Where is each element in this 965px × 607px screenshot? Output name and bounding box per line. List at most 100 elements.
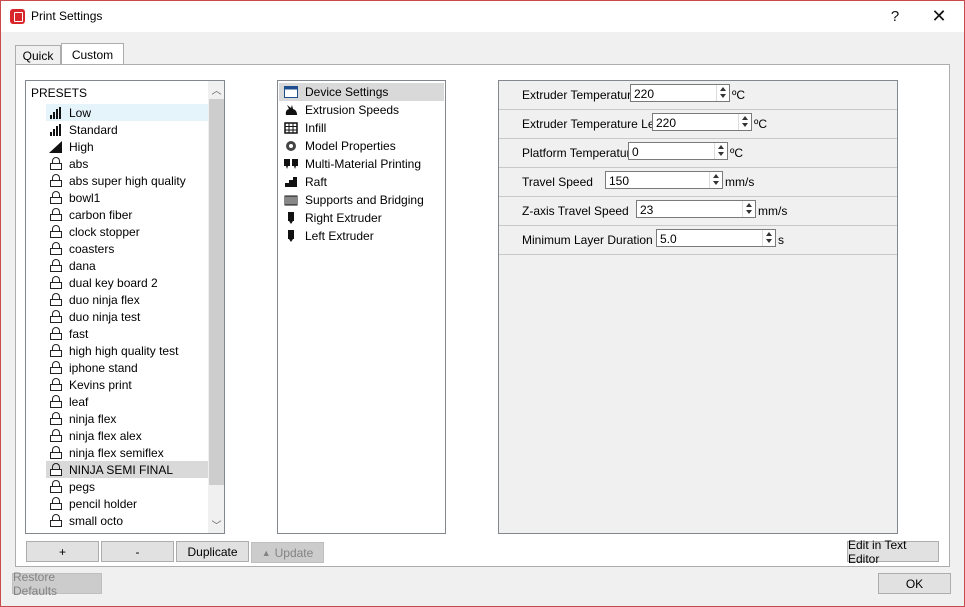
preset-label: carbon fiber — [69, 207, 133, 222]
close-button[interactable]: ✕ — [919, 1, 959, 32]
update-preset-button[interactable]: ▲ Update — [251, 542, 324, 563]
category-item[interactable]: Left Extruder — [279, 227, 444, 245]
setting-label: Travel Speed — [522, 175, 593, 189]
category-label: Extrusion Speeds — [305, 103, 400, 117]
preset-label: bowl1 — [69, 190, 101, 205]
preset-item[interactable]: ninja flex semiflex — [46, 444, 208, 461]
lock-icon — [49, 310, 63, 323]
category-item[interactable]: Supports and Bridging — [279, 191, 444, 209]
preset-label: iphone stand — [69, 360, 138, 375]
setting-spinbox[interactable]: 220 — [630, 84, 730, 102]
lock-icon — [49, 208, 63, 221]
spin-arrows-icon[interactable] — [762, 230, 775, 246]
add-preset-button[interactable]: + — [26, 541, 99, 562]
category-item[interactable]: Right Extruder — [279, 209, 444, 227]
window-title: Print Settings — [31, 9, 103, 23]
preset-label: Standard — [69, 122, 118, 137]
scroll-down-arrow-icon[interactable]: ﹀ — [208, 516, 224, 533]
category-list[interactable]: Device Settings Extrusion Speeds Infill Mod… — [277, 80, 446, 534]
preset-item[interactable]: iphone stand — [46, 359, 208, 376]
category-item[interactable]: Infill — [279, 119, 444, 137]
lock-icon — [49, 174, 63, 187]
setting-value[interactable]: 220 — [634, 87, 654, 101]
setting-spinbox[interactable]: 150 — [605, 171, 723, 189]
tab-custom[interactable]: Custom — [61, 43, 124, 66]
preset-item[interactable]: leaf — [46, 393, 208, 410]
setting-row: Extruder Temperature 220 ºC — [499, 81, 897, 110]
setting-value[interactable]: 0 — [632, 145, 639, 159]
spin-arrows-icon[interactable] — [709, 172, 722, 188]
preset-label: pencil holder — [69, 496, 138, 511]
preset-item[interactable]: duo ninja flex — [46, 291, 208, 308]
spin-arrows-icon[interactable] — [742, 201, 755, 217]
preset-item[interactable]: coasters — [46, 240, 208, 257]
category-item[interactable]: Extrusion Speeds — [279, 101, 444, 119]
preset-item[interactable]: abs super high quality — [46, 172, 208, 189]
category-item[interactable]: Device Settings — [279, 83, 444, 101]
setting-value[interactable]: 5.0 — [660, 232, 677, 246]
setting-spinbox[interactable]: 23 — [636, 200, 756, 218]
category-item[interactable]: Model Properties — [279, 137, 444, 155]
scroll-thumb[interactable] — [209, 99, 224, 485]
setting-row: Platform Temperature 0 ºC — [499, 139, 897, 168]
print-settings-window: Print Settings ? ✕ Quick Custom PRESETS … — [0, 0, 965, 607]
tab-quick[interactable]: Quick — [15, 45, 61, 65]
preset-item[interactable]: high high quality test — [46, 342, 208, 359]
setting-row: Minimum Layer Duration 5.0 s — [499, 226, 897, 255]
setting-value[interactable]: 150 — [609, 174, 629, 188]
setting-spinbox[interactable]: 0 — [628, 142, 728, 160]
category-label: Multi-Material Printing — [305, 157, 422, 171]
presets-scrollbar[interactable]: ︿ ﹀ — [208, 81, 224, 533]
title-bar: Print Settings ? ✕ — [1, 1, 964, 32]
presets-list[interactable]: PRESETS Low Standard High abs abs super high… — [25, 80, 225, 534]
setting-spinbox[interactable]: 5.0 — [656, 229, 776, 247]
spin-arrows-icon[interactable] — [714, 143, 727, 159]
preset-item[interactable]: ninja flex — [46, 410, 208, 427]
preset-item[interactable]: dana — [46, 257, 208, 274]
category-item[interactable]: Multi-Material Printing — [279, 155, 444, 173]
settings-panel: Extruder Temperature 220 ºC Extruder Temper… — [498, 80, 898, 534]
preset-item[interactable]: ninja flex alex — [46, 427, 208, 444]
scroll-up-arrow-icon[interactable]: ︿ — [208, 81, 224, 98]
setting-spinbox[interactable]: 220 — [652, 113, 752, 131]
setting-unit: ºC — [730, 146, 744, 160]
restore-defaults-button[interactable]: Restore Defaults — [12, 570, 102, 598]
setting-value[interactable]: 220 — [656, 116, 676, 130]
preset-item[interactable]: NINJA SEMI FINAL — [46, 461, 208, 478]
lock-icon — [49, 259, 63, 272]
category-label: Device Settings — [305, 85, 389, 99]
preset-item[interactable]: carbon fiber — [46, 206, 208, 223]
duplicate-preset-button[interactable]: Duplicate — [176, 541, 249, 562]
lock-icon — [49, 514, 63, 527]
spin-arrows-icon[interactable] — [716, 85, 729, 101]
preset-item[interactable]: bowl1 — [46, 189, 208, 206]
edit-in-text-editor-button[interactable]: Edit in Text Editor — [847, 538, 939, 566]
lock-icon — [49, 361, 63, 374]
preset-item[interactable]: clock stopper — [46, 223, 208, 240]
category-item[interactable]: Raft — [279, 173, 444, 191]
setting-label: Platform Temperature — [522, 146, 638, 160]
preset-item[interactable]: small octo — [46, 512, 208, 529]
setting-row: Z-axis Travel Speed 23 mm/s — [499, 197, 897, 226]
ok-button[interactable]: OK — [878, 573, 951, 594]
preset-item[interactable]: abs — [46, 155, 208, 172]
preset-item[interactable]: High — [46, 138, 208, 155]
preset-item[interactable]: pegs — [46, 478, 208, 495]
cylinder-icon — [284, 195, 298, 206]
preset-item[interactable]: duo ninja test — [46, 308, 208, 325]
preset-item[interactable]: fast — [46, 325, 208, 342]
spin-arrows-icon[interactable] — [738, 114, 751, 130]
lock-icon — [49, 463, 63, 476]
grid-icon — [284, 122, 298, 134]
preset-item[interactable]: dual key board 2 — [46, 274, 208, 291]
preset-item[interactable]: Low — [46, 104, 208, 121]
remove-preset-button[interactable]: - — [101, 541, 174, 562]
rabbit-icon — [285, 105, 297, 115]
preset-item[interactable]: pencil holder — [46, 495, 208, 512]
preset-item[interactable]: Standard — [46, 121, 208, 138]
preset-label: pegs — [69, 479, 96, 494]
signal-bars-icon — [49, 106, 63, 119]
setting-value[interactable]: 23 — [640, 203, 653, 217]
preset-item[interactable]: Kevins print — [46, 376, 208, 393]
help-button[interactable]: ? — [875, 1, 915, 32]
